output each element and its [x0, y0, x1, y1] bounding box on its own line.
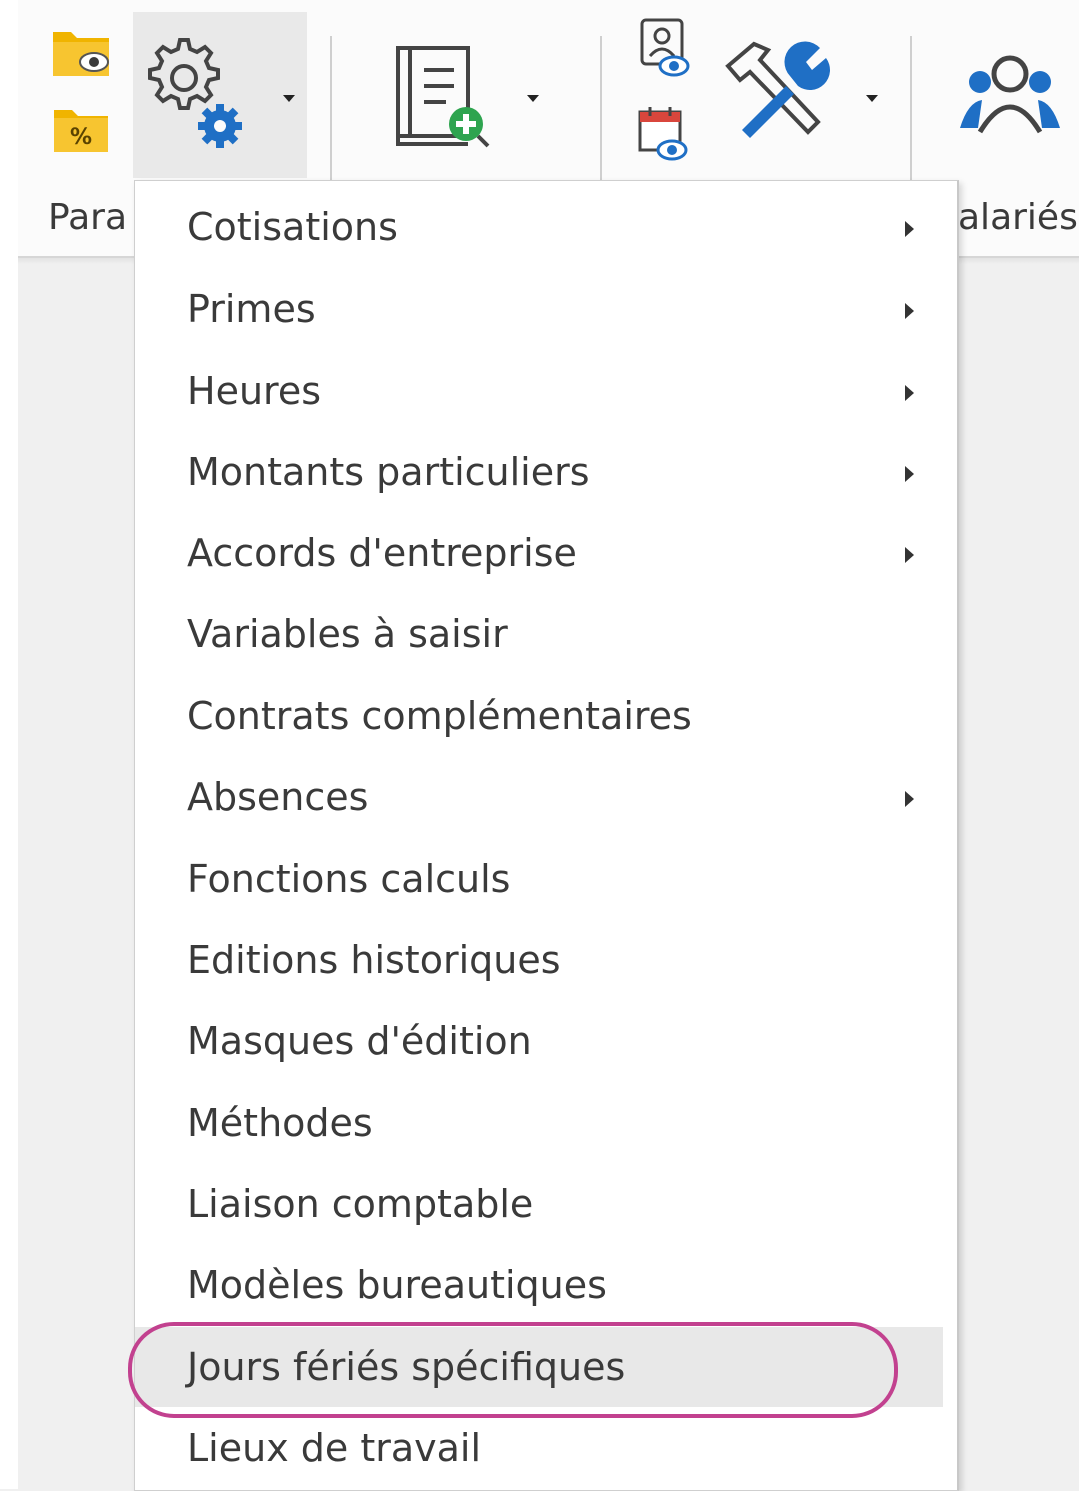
- menu-item-heures[interactable]: Heures: [135, 351, 943, 431]
- submenu-arrow-icon: [905, 221, 914, 237]
- menu-item-label: Jours fériés spécifiques: [187, 1345, 626, 1389]
- menu-item-label: Accords d'entreprise: [187, 531, 577, 575]
- menu-item-montants-particuliers[interactable]: Montants particuliers: [135, 432, 943, 512]
- separator: [600, 36, 602, 181]
- menu-item-label: Fonctions calculs: [187, 857, 511, 901]
- menu-item-masques-edition[interactable]: Masques d'édition: [135, 1001, 943, 1081]
- settings-dropdown-menu: Cotisations Primes Heures Montants parti…: [134, 180, 959, 1491]
- menu-item-label: Editions historiques: [187, 938, 561, 982]
- menu-item-label: Liaison comptable: [187, 1182, 534, 1226]
- document-dropdown-arrow[interactable]: [527, 95, 539, 102]
- menu-item-label: Contrats complémentaires: [187, 694, 692, 738]
- menu-item-label: Méthodes: [187, 1101, 373, 1145]
- menu-item-primes[interactable]: Primes: [135, 269, 943, 349]
- settings-dropdown-arrow[interactable]: [283, 95, 295, 102]
- tools-icon[interactable]: [720, 36, 838, 144]
- menu-item-label: Absences: [187, 775, 369, 819]
- menu-item-cotisations[interactable]: Cotisations: [135, 187, 943, 267]
- menu-item-fonctions-calculs[interactable]: Fonctions calculs: [135, 839, 943, 919]
- menu-item-jours-feries-specifiques[interactable]: Jours fériés spécifiques: [135, 1327, 943, 1407]
- group-label-parametres: Para: [48, 197, 128, 238]
- menu-item-methodes[interactable]: Méthodes: [135, 1083, 943, 1163]
- calendar-view-icon[interactable]: [636, 104, 692, 164]
- group-label-salaries: alariés: [958, 197, 1078, 238]
- menu-item-label: Montants particuliers: [187, 450, 590, 494]
- users-icon[interactable]: [958, 48, 1062, 136]
- tools-dropdown-arrow[interactable]: [866, 95, 878, 102]
- menu-item-label: Primes: [187, 287, 316, 331]
- menu-item-liaison-comptable[interactable]: Liaison comptable: [135, 1164, 943, 1244]
- menu-item-accords-entreprise[interactable]: Accords d'entreprise: [135, 513, 943, 593]
- menu-item-variables-a-saisir[interactable]: Variables à saisir: [135, 594, 943, 674]
- menu-item-lieux-de-travail[interactable]: Lieux de travail: [135, 1408, 943, 1488]
- menu-item-modeles-bureautiques[interactable]: Modèles bureautiques: [135, 1245, 943, 1325]
- window-edge: [0, 0, 18, 1489]
- new-document-icon[interactable]: [390, 40, 494, 152]
- submenu-arrow-icon: [905, 547, 914, 563]
- menu-item-absences[interactable]: Absences: [135, 757, 943, 837]
- menu-item-contrats-complementaires[interactable]: Contrats complémentaires: [135, 676, 943, 756]
- submenu-arrow-icon: [905, 385, 914, 401]
- menu-item-label: Lieux de travail: [187, 1426, 482, 1470]
- submenu-arrow-icon: [905, 791, 914, 807]
- svg-text:%: %: [70, 125, 92, 150]
- person-view-icon[interactable]: [636, 16, 692, 80]
- menu-item-label: Modèles bureautiques: [187, 1263, 607, 1307]
- menu-item-label: Heures: [187, 369, 322, 413]
- submenu-arrow-icon: [905, 466, 914, 482]
- menu-item-editions-historiques[interactable]: Editions historiques: [135, 920, 943, 1000]
- settings-gear-icon[interactable]: [140, 34, 250, 150]
- separator: [910, 36, 912, 181]
- menu-item-label: Variables à saisir: [187, 612, 508, 656]
- menu-item-label: Masques d'édition: [187, 1019, 532, 1063]
- folder-view-icon[interactable]: [50, 24, 112, 82]
- menu-item-label: Cotisations: [187, 205, 398, 249]
- submenu-arrow-icon: [905, 303, 914, 319]
- folder-percent-icon[interactable]: %: [52, 104, 110, 156]
- separator: [330, 36, 332, 181]
